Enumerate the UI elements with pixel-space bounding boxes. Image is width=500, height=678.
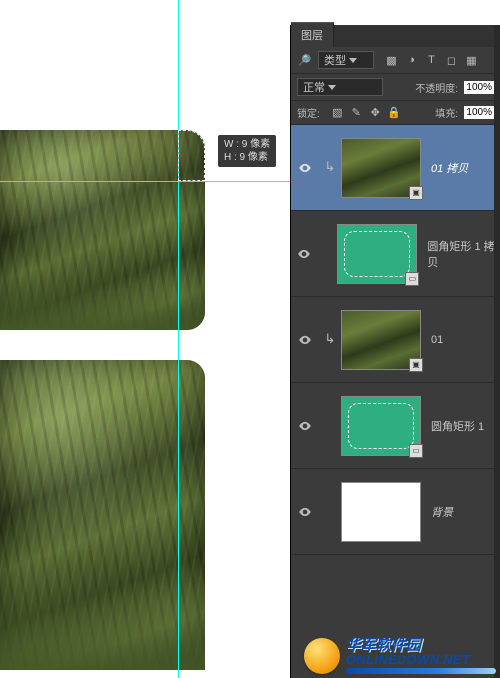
layer-name[interactable]: 01 拷贝 xyxy=(431,160,468,176)
filter-adjust-icon[interactable]: ◑ xyxy=(404,53,419,68)
eye-icon xyxy=(298,505,312,519)
layer-thumbnail[interactable]: ▭ xyxy=(341,396,421,456)
visibility-toggle[interactable] xyxy=(291,505,319,519)
clip-arrow-icon: ↳ xyxy=(325,159,336,175)
blend-mode-value: 正常 xyxy=(303,79,325,95)
eye-icon xyxy=(298,419,312,433)
visibility-toggle[interactable] xyxy=(291,333,319,347)
lock-row: 锁定: ▧ ✎ ✥ 🔒 填充: 100% xyxy=(291,101,500,125)
lock-brush-icon[interactable]: ✎ xyxy=(349,105,364,120)
watermark-cn: 华军软件园 xyxy=(346,638,496,653)
lock-all-icon[interactable]: 🔒 xyxy=(387,105,402,120)
visibility-toggle[interactable] xyxy=(291,161,319,175)
layer-row[interactable]: ↳ ▣ 01 xyxy=(291,297,500,383)
filter-image-icon[interactable]: ▩ xyxy=(384,53,399,68)
panel-scrollbar[interactable] xyxy=(494,25,500,678)
layers-panel: 图层 🔎 类型 ▩ ◑ T ◻ ▦ 正常 不透明度: 100% 锁定: ▧ ✎ … xyxy=(290,25,500,678)
blend-mode-dropdown[interactable]: 正常 xyxy=(297,78,383,96)
layer-name[interactable]: 背景 xyxy=(431,504,453,520)
chevron-down-icon xyxy=(328,85,336,90)
canvas-area[interactable]: W : 9 像素 H : 9 像素 xyxy=(0,0,290,678)
layers-list: ↳ ▣ 01 拷贝 ▭ 圆角矩形 1 拷贝 ↳ ▣ 01 ▭ xyxy=(291,125,500,678)
fill-value[interactable]: 100% xyxy=(464,106,494,119)
layer-thumbnail[interactable] xyxy=(341,482,421,542)
watermark-en: ONLINEDOWN.NET xyxy=(346,653,496,666)
vector-mask-badge-icon: ▭ xyxy=(409,444,423,458)
visibility-toggle[interactable] xyxy=(291,247,317,261)
layer-thumbnail[interactable]: ▣ xyxy=(341,138,421,198)
tab-layers[interactable]: 图层 xyxy=(291,22,334,47)
layer-row[interactable]: ↳ ▣ 01 拷贝 xyxy=(291,125,500,211)
clip-indicator: ↳ xyxy=(319,160,341,176)
layer-row[interactable]: ▭ 圆角矩形 1 xyxy=(291,383,500,469)
lock-pixels-icon[interactable]: ▧ xyxy=(330,105,345,120)
blend-row: 正常 不透明度: 100% xyxy=(291,74,500,101)
panel-tabs: 图层 xyxy=(291,25,500,47)
watermark-underline xyxy=(346,668,496,674)
layer-filter-row: 🔎 类型 ▩ ◑ T ◻ ▦ xyxy=(291,47,500,74)
clip-arrow-icon: ↳ xyxy=(325,331,336,347)
filter-kind-dropdown[interactable]: 类型 xyxy=(318,51,374,69)
watermark-logo-icon xyxy=(304,638,340,674)
guide-vertical[interactable] xyxy=(178,0,179,678)
visibility-toggle[interactable] xyxy=(291,419,319,433)
eye-icon xyxy=(298,161,312,175)
layer-row[interactable]: ▭ 圆角矩形 1 拷贝 xyxy=(291,211,500,297)
smart-object-badge-icon: ▣ xyxy=(409,358,423,372)
fill-label: 填充: xyxy=(435,105,458,120)
layer-name[interactable]: 圆角矩形 1 xyxy=(431,418,484,434)
watermark: 华军软件园 ONLINEDOWN.NET xyxy=(304,638,496,674)
layer-name[interactable]: 圆角矩形 1 拷贝 xyxy=(427,238,500,270)
filter-text-icon[interactable]: T xyxy=(424,53,439,68)
opacity-value[interactable]: 100% xyxy=(464,81,494,94)
canvas-image-top xyxy=(0,130,205,330)
lock-position-icon[interactable]: ✥ xyxy=(368,105,383,120)
tooltip-height: H : 9 像素 xyxy=(224,151,270,164)
lock-label: 锁定: xyxy=(297,105,320,120)
canvas-image-bottom xyxy=(0,360,205,670)
clip-indicator: ↳ xyxy=(319,332,341,348)
layer-row[interactable]: 背景 xyxy=(291,469,500,555)
layer-name[interactable]: 01 xyxy=(431,334,443,346)
filter-shape-icon[interactable]: ◻ xyxy=(444,53,459,68)
filter-kind-label: 类型 xyxy=(324,52,346,68)
opacity-label: 不透明度: xyxy=(415,80,458,95)
smart-object-badge-icon: ▣ xyxy=(409,186,423,200)
layer-thumbnail[interactable]: ▣ xyxy=(341,310,421,370)
tooltip-width: W : 9 像素 xyxy=(224,138,270,151)
search-icon[interactable]: 🔎 xyxy=(297,53,312,68)
filter-smart-icon[interactable]: ▦ xyxy=(464,53,479,68)
transform-tooltip: W : 9 像素 H : 9 像素 xyxy=(218,135,276,167)
selection-marquee[interactable] xyxy=(178,130,205,181)
eye-icon xyxy=(297,247,311,261)
layer-thumbnail[interactable]: ▭ xyxy=(337,224,417,284)
chevron-down-icon xyxy=(349,58,357,63)
guide-horizontal[interactable] xyxy=(0,181,290,182)
eye-icon xyxy=(298,333,312,347)
vector-mask-badge-icon: ▭ xyxy=(405,272,419,286)
